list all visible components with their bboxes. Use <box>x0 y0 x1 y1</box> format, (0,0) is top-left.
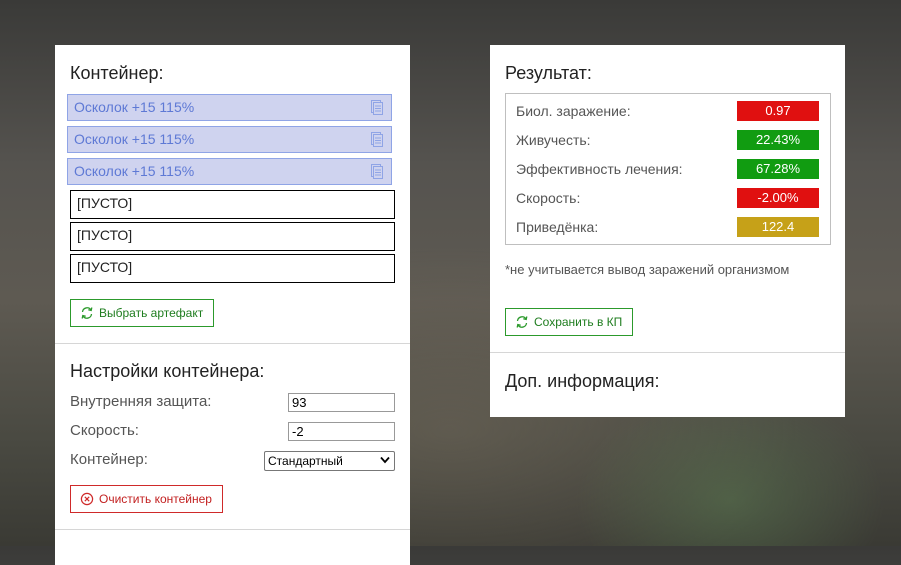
stat-row-reduced: Приведёнка: 122.4 <box>506 213 830 242</box>
stat-row-speed: Скорость: -2.00% <box>506 184 830 213</box>
speed-label: Скорость: <box>70 422 139 439</box>
refresh-icon <box>81 307 93 319</box>
stat-label: Живучесть: <box>516 132 591 148</box>
slot-2[interactable]: Осколок +15 115% <box>67 126 392 153</box>
result-panel: Результат: Биол. заражение: 0.97 Живучес… <box>490 45 845 417</box>
save-to-kp-button[interactable]: Сохранить в КП <box>505 308 634 336</box>
stat-value-badge: 0.97 <box>737 101 819 121</box>
slot-4[interactable]: [ПУСТО] <box>70 190 395 219</box>
divider <box>55 343 410 344</box>
slot-label: [ПУСТО] <box>77 259 133 275</box>
document-icon <box>371 164 383 179</box>
stat-row-contamination: Биол. заражение: 0.97 <box>506 97 830 126</box>
speed-input[interactable] <box>288 422 395 441</box>
inner-protection-input[interactable] <box>288 393 395 412</box>
stat-value-badge: 22.43% <box>737 130 819 150</box>
stat-row-healing: Эффективность лечения: 67.28% <box>506 155 830 184</box>
stat-value-badge: 67.28% <box>737 159 819 179</box>
stat-label: Эффективность лечения: <box>516 161 683 177</box>
slot-5[interactable]: [ПУСТО] <box>70 222 395 251</box>
stat-label: Биол. заражение: <box>516 103 631 119</box>
stat-row-vitality: Живучесть: 22.43% <box>506 126 830 155</box>
inner-protection-label: Внутренняя защита: <box>70 393 212 410</box>
container-type-label: Контейнер: <box>70 451 148 468</box>
slot-label: Осколок +15 115% <box>74 99 195 115</box>
container-panel: Контейнер: Осколок +15 115% Осколок +15 … <box>55 45 410 565</box>
document-icon <box>371 132 383 147</box>
extra-info-title[interactable]: Доп. информация: <box>505 371 659 392</box>
result-title: Результат: <box>505 63 592 83</box>
close-circle-icon <box>80 492 94 506</box>
choose-artifact-label: Выбрать артефакт <box>99 306 204 320</box>
note-text: *не учитывается вывод заражений организм… <box>505 262 790 277</box>
slot-6[interactable]: [ПУСТО] <box>70 254 395 283</box>
slot-label: Осколок +15 115% <box>74 131 195 147</box>
chevron-down-icon <box>380 456 390 464</box>
slot-3[interactable]: Осколок +15 115% <box>67 158 392 185</box>
stat-label: Скорость: <box>516 190 581 206</box>
clear-container-label: Очистить контейнер <box>99 492 212 506</box>
slot-label: [ПУСТО] <box>77 227 133 243</box>
stat-value-badge: -2.00% <box>737 188 819 208</box>
container-type-select[interactable]: Стандартный <box>264 451 395 471</box>
slot-1[interactable]: Осколок +15 115% <box>67 94 392 121</box>
save-to-kp-label: Сохранить в КП <box>534 315 623 329</box>
divider <box>55 529 410 530</box>
choose-artifact-button[interactable]: Выбрать артефакт <box>70 299 215 327</box>
stats-table: Биол. заражение: 0.97 Живучесть: 22.43% … <box>505 93 831 245</box>
refresh-icon <box>516 316 528 328</box>
settings-title: Настройки контейнера: <box>70 361 265 381</box>
stat-value-badge: 122.4 <box>737 217 819 237</box>
divider <box>490 352 845 353</box>
clear-container-button[interactable]: Очистить контейнер <box>70 485 223 513</box>
slot-label: [ПУСТО] <box>77 195 133 211</box>
document-icon <box>371 100 383 115</box>
container-title: Контейнер: <box>70 63 164 83</box>
slot-label: Осколок +15 115% <box>74 163 195 179</box>
container-type-value: Стандартный <box>268 454 343 468</box>
stat-label: Приведёнка: <box>516 219 599 235</box>
